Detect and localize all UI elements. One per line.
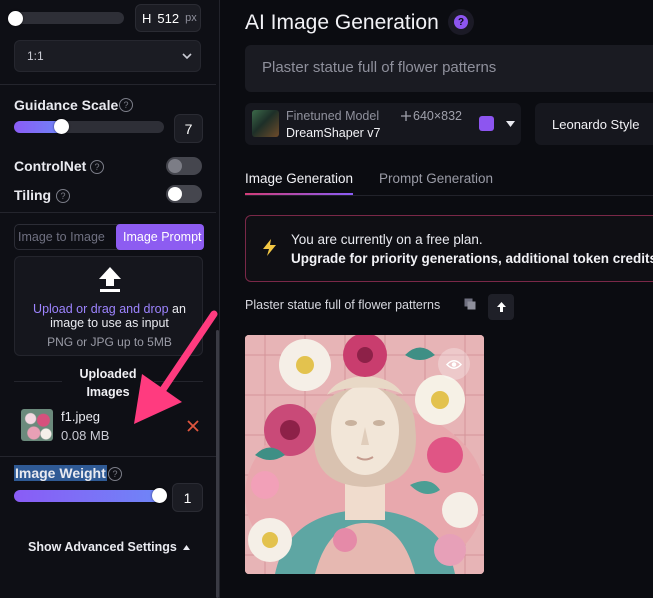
help-icon[interactable]: ?: [56, 189, 70, 203]
image-input-tabs: Image to Image Image Prompt: [14, 224, 204, 250]
free-plan-banner: You are currently on a free plan. Upgrad…: [245, 215, 653, 282]
arrow-up-icon: [496, 302, 506, 312]
model-name: DreamShaper v7: [286, 126, 381, 140]
uploaded-thumbnail: [21, 409, 53, 441]
upscale-button[interactable]: [488, 294, 514, 320]
tiling-label: Tiling: [14, 187, 52, 203]
image-weight-knob[interactable]: [152, 488, 167, 503]
guidance-scale-label: Guidance Scale: [14, 97, 119, 113]
banner-line-1: You are currently on a free plan.: [291, 232, 483, 247]
dimensions-icon: [401, 111, 411, 121]
caret-up-icon: [182, 544, 190, 550]
help-icon[interactable]: ?: [90, 160, 104, 174]
lightning-icon: [263, 239, 276, 256]
result-prompt: Plaster statue full of flower patterns: [245, 298, 441, 312]
page-title: AI Image Generation: [245, 11, 439, 34]
model-selector[interactable]: Finetuned Model 640×832 DreamShaper v7: [245, 103, 521, 145]
style-selector[interactable]: Leonardo Style: [535, 103, 653, 145]
width-slider[interactable]: [14, 12, 124, 24]
controlnet-toggle[interactable]: [166, 157, 202, 175]
sidebar-divider: [0, 84, 216, 85]
tab-image-to-image[interactable]: Image to Image: [18, 230, 105, 244]
tab-prompt-generation[interactable]: Prompt Generation: [379, 171, 493, 186]
sidebar-divider: [0, 456, 216, 457]
banner-line-2: Upgrade for priority generations, additi…: [291, 251, 653, 266]
annotation-arrow: [134, 310, 218, 424]
prompt-placeholder: Plaster statue full of flower patterns: [262, 59, 497, 76]
caret-down-icon[interactable]: [506, 121, 515, 127]
prompt-input[interactable]: Plaster statue full of flower patterns: [245, 45, 653, 92]
height-value: 512: [157, 10, 180, 26]
uploaded-file-size: 0.08 MB: [61, 428, 110, 443]
width-slider-knob[interactable]: [8, 11, 23, 26]
settings-sidebar: H 512 px 1:1 Guidance Scale ? 7 ControlN…: [0, 0, 220, 598]
height-prefix: H: [142, 10, 152, 26]
model-style-icon[interactable]: [479, 116, 494, 131]
height-input[interactable]: H 512 px: [135, 4, 201, 32]
guidance-scale-value[interactable]: 7: [174, 114, 203, 143]
advanced-settings-label: Show Advanced Settings: [28, 540, 177, 554]
tab-image-generation[interactable]: Image Generation: [245, 171, 353, 186]
aspect-ratio-select[interactable]: 1:1: [14, 40, 201, 72]
generated-image[interactable]: [245, 335, 484, 574]
show-advanced-settings-button[interactable]: Show Advanced Settings: [28, 540, 190, 554]
model-type: Finetuned Model: [286, 109, 380, 123]
controlnet-label: ControlNet: [14, 158, 87, 174]
help-icon: ?: [454, 15, 468, 29]
tab-image-prompt[interactable]: Image Prompt: [116, 224, 204, 250]
tiling-toggle[interactable]: [166, 185, 202, 203]
image-weight-label: Image Weight: [14, 465, 107, 481]
eye-icon: [446, 359, 462, 369]
guidance-scale-knob[interactable]: [54, 119, 69, 134]
sidebar-divider: [0, 212, 216, 213]
help-button[interactable]: ?: [448, 9, 474, 35]
uploaded-file-name: f1.jpeg: [61, 409, 101, 424]
upload-icon: [99, 267, 121, 292]
aspect-ratio-value: 1:1: [27, 49, 44, 63]
image-weight-fill: [14, 490, 162, 502]
model-dims-value: 640×832: [413, 109, 463, 123]
model-thumbnail: [252, 110, 279, 137]
chevron-down-icon: [182, 53, 192, 60]
tabs-divider: [245, 195, 653, 196]
image-weight-value[interactable]: 1: [172, 483, 203, 512]
height-unit: px: [185, 12, 197, 24]
help-icon[interactable]: ?: [108, 467, 122, 481]
preview-button[interactable]: [438, 348, 470, 380]
copy-icon[interactable]: [464, 298, 476, 310]
help-icon[interactable]: ?: [119, 98, 133, 112]
model-dims: 640×832: [401, 109, 462, 123]
style-value: Leonardo Style: [552, 117, 640, 132]
